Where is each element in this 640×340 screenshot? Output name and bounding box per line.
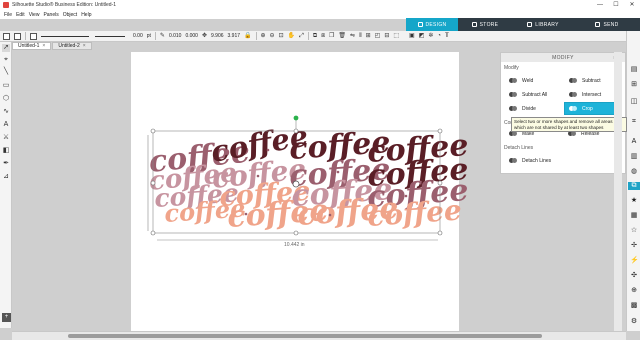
coffee-pattern[interactable]: coffeecoffeecoffeecoffeecoffeecoffeecoff… bbox=[147, 118, 469, 235]
sparkle-dot bbox=[181, 158, 185, 162]
width-dimension-label: 10.442 in bbox=[284, 242, 305, 248]
divide-button[interactable]: Divide bbox=[504, 102, 562, 115]
right-panel-column: ▤ ⊞ ◫ ⌗ A ▥ ◍ ⧉ ★ ▦ ☆ ✢ ⚡ ✣ ⊕ ▩ ⚙ bbox=[626, 31, 640, 331]
star-outline-icon[interactable]: ☆ bbox=[630, 227, 638, 235]
nesting-icon[interactable]: ⊕ bbox=[630, 287, 638, 295]
vertical-scrollbar[interactable] bbox=[614, 52, 622, 331]
detach-lines-label: Detach Lines bbox=[522, 157, 552, 164]
grid-icon[interactable]: ⊞ bbox=[630, 81, 638, 89]
sparkle-dot bbox=[328, 213, 332, 217]
sparkle-dot bbox=[266, 148, 270, 152]
detach-lines-button[interactable]: Detach Lines bbox=[504, 154, 560, 167]
panel-title: MODIFY bbox=[552, 54, 574, 61]
pixscan-icon[interactable]: ▩ bbox=[630, 302, 638, 310]
sparkle-dot bbox=[256, 174, 260, 178]
transform-icon[interactable]: ⌗ bbox=[630, 118, 638, 126]
sparkle-dot bbox=[244, 212, 248, 216]
weld-button[interactable]: Weld bbox=[504, 74, 562, 87]
weld-label: Weld bbox=[522, 77, 534, 84]
coffee-word[interactable]: coffee bbox=[366, 193, 463, 233]
intersect-icon bbox=[569, 91, 578, 98]
horizontal-scrollbar[interactable] bbox=[12, 331, 626, 340]
subtract-all-label: Subtract All bbox=[522, 91, 548, 98]
crop-label: Crop bbox=[582, 105, 593, 112]
sparkle-dot bbox=[404, 194, 408, 198]
settings-icon[interactable]: ⚙ bbox=[630, 318, 638, 326]
text-style-panel-icon[interactable]: A bbox=[630, 138, 638, 146]
modify-buttons: Weld Subtract Subtract All Intersect Div… bbox=[504, 74, 622, 115]
page-setup-icon[interactable]: ▤ bbox=[630, 66, 638, 74]
modify-panel-icon[interactable]: ⧉ bbox=[628, 182, 640, 190]
warp-icon[interactable]: ⚡ bbox=[630, 257, 639, 265]
divide-icon bbox=[509, 105, 518, 112]
star-icon[interactable]: ★ bbox=[630, 197, 638, 205]
trace-panel-icon[interactable]: ▥ bbox=[630, 153, 638, 161]
add-page-icon[interactable]: + bbox=[2, 313, 11, 322]
subtract-all-icon bbox=[509, 91, 518, 98]
modify-panel: MODIFY ≡ ✕ Modify Weld Subtract Subtract… bbox=[500, 52, 626, 174]
silhouette-studio-window: Silhouette Studio® Business Edition: Unt… bbox=[0, 0, 640, 340]
modify-section-label: Modify bbox=[504, 65, 519, 71]
replicate-panel-icon[interactable]: ◫ bbox=[630, 98, 638, 106]
detach-lines-icon bbox=[509, 157, 518, 164]
detach-section-label: Detach Lines bbox=[504, 145, 534, 151]
rotate-handle[interactable] bbox=[293, 115, 299, 121]
move-handle-icon[interactable] bbox=[292, 180, 300, 188]
divide-label: Divide bbox=[522, 105, 536, 112]
sparkle-dot bbox=[336, 170, 340, 174]
subtract-all-button[interactable]: Subtract All bbox=[504, 88, 562, 101]
library-panel-icon[interactable]: ▦ bbox=[630, 212, 638, 220]
subtract-icon bbox=[569, 77, 578, 84]
weld-icon bbox=[509, 77, 518, 84]
crop-tooltip: Select two or more shapes and remove all… bbox=[511, 117, 627, 132]
crop-icon bbox=[569, 105, 578, 112]
offset-panel-icon[interactable]: ◍ bbox=[630, 168, 638, 176]
subtract-label: Subtract bbox=[582, 77, 601, 84]
sketch-icon[interactable]: ✢ bbox=[630, 242, 638, 250]
scrollbar-thumb[interactable] bbox=[68, 334, 542, 338]
intersect-label: Intersect bbox=[582, 91, 602, 98]
rhinestone-icon[interactable]: ✣ bbox=[630, 272, 638, 280]
panel-header: MODIFY ≡ ✕ bbox=[501, 53, 625, 62]
